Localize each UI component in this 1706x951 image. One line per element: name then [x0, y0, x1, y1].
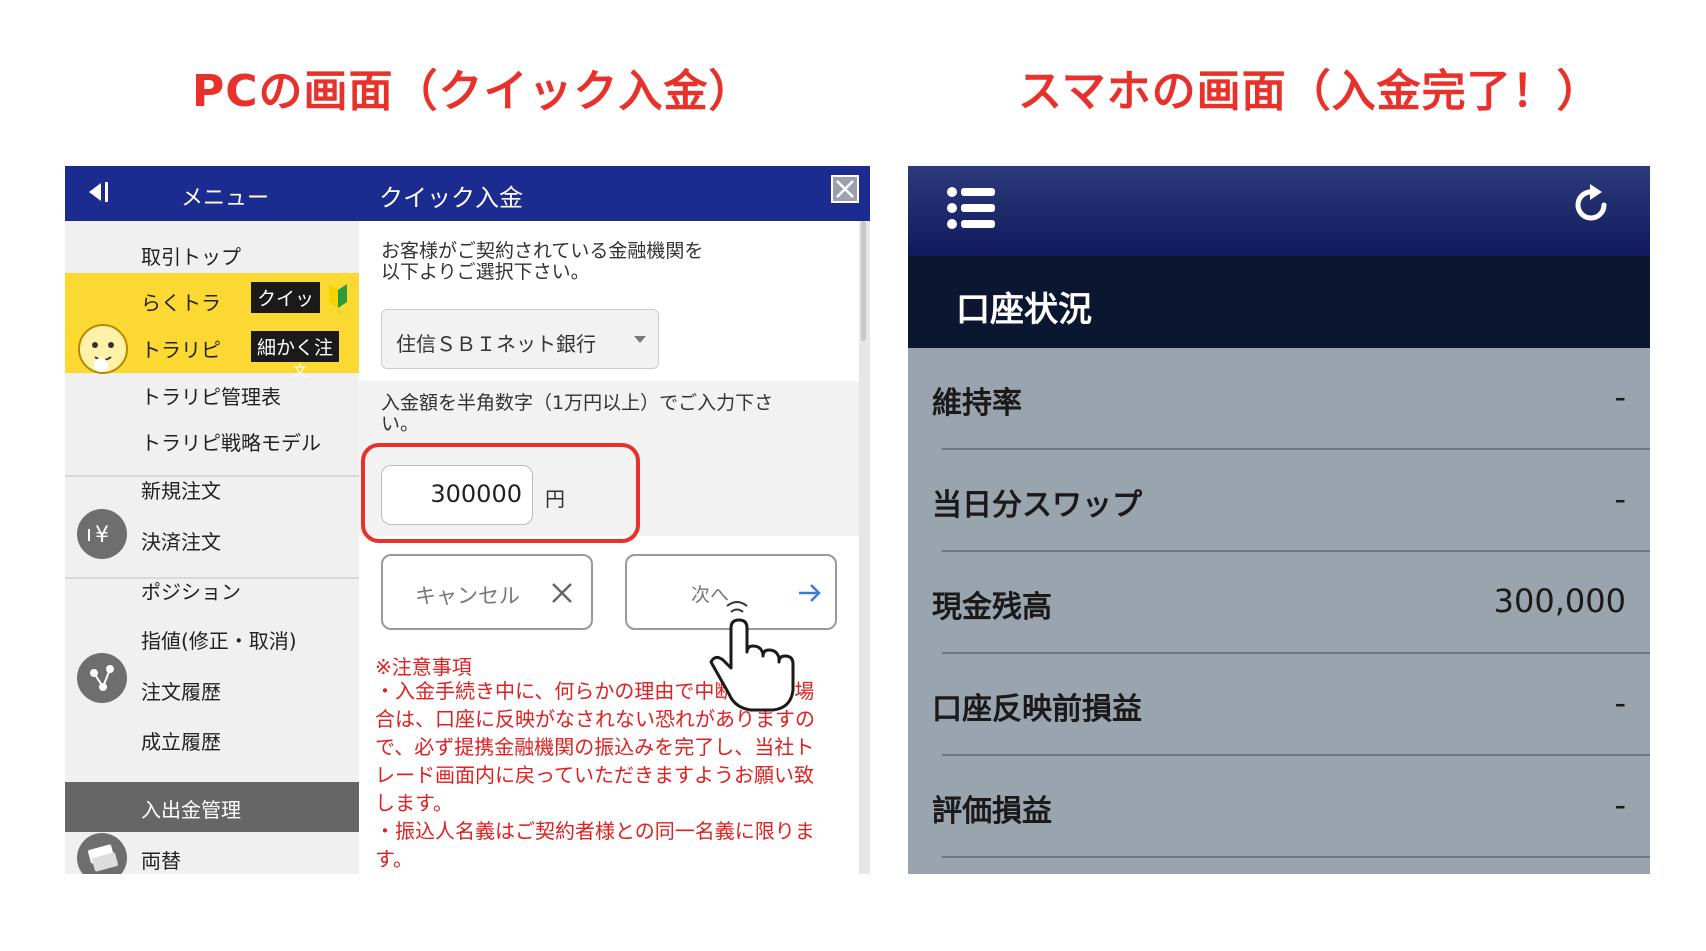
bank-instruction-line: お客様がご契約されている金融機関を [381, 240, 704, 262]
tiger-mascot-icon [78, 324, 128, 374]
account-row-swap: 当日分スワップ - [908, 450, 1650, 552]
detail-order-badge-tail: 文 [293, 364, 307, 380]
account-row-pending-pl: 口座反映前損益 - [908, 654, 1650, 756]
sidebar-item-limit-order[interactable]: 指値(修正・取消) [141, 625, 297, 654]
beginner-mark-icon [329, 284, 347, 308]
sidebar-item-trade-top[interactable]: 取引トップ [141, 241, 241, 270]
list-menu-icon[interactable] [946, 184, 998, 232]
row-value: 300,000 [1493, 582, 1626, 620]
close-x-icon [552, 583, 572, 603]
menu-title: メニュー [181, 186, 270, 211]
cancel-button[interactable]: キャンセル [381, 554, 593, 630]
detail-order-badge[interactable]: 細かく注 [251, 331, 340, 362]
notice-line: ・振込人名義はご契約者様との同一名義に限りま [375, 819, 815, 843]
sp-title-bar: 口座状況 [908, 256, 1650, 348]
pc-screen-heading: PCの画面（クイック入金） [192, 66, 754, 117]
quick-badge[interactable]: クイッ [251, 282, 321, 313]
svg-text:¥: ¥ [95, 523, 109, 548]
sidebar-item-execution-history[interactable]: 成立履歴 [141, 726, 221, 755]
sp-header-bar [908, 166, 1650, 256]
dropdown-caret-icon [634, 336, 646, 343]
position-network-icon [77, 653, 127, 703]
account-status-title: 口座状況 [956, 290, 1092, 330]
notice-title: ※注意事項 [375, 655, 472, 679]
cancel-button-label: キャンセル [415, 584, 520, 608]
refresh-icon[interactable] [1568, 182, 1614, 228]
notice-line: す。 [375, 847, 413, 871]
close-button[interactable] [831, 175, 859, 203]
sidebar-item-new-order[interactable]: 新規注文 [141, 475, 221, 504]
notice-line: レード画面内に戻っていただきますようお願い致 [375, 763, 814, 787]
amount-instruction-line: 入金額を半角数字（1万円以上）でご入力下さ [381, 392, 774, 414]
sp-account-status-panel: 口座状況 維持率 - 当日分スワップ - 現金残高 300,000 口座反映前損… [908, 166, 1650, 874]
yen-order-icon: ¥ [77, 509, 127, 559]
row-label: 評価損益 [932, 794, 1052, 829]
sidebar-item-order-history[interactable]: 注文履歴 [141, 676, 221, 705]
account-row-unrealized-pl: 評価損益 - [908, 756, 1650, 858]
money-exchange-icon [77, 833, 127, 874]
row-label: 当日分スワップ [932, 488, 1142, 523]
bank-instruction-line: 以下よりご選択下さい。 [381, 261, 590, 283]
row-divider [942, 856, 1650, 858]
row-label: 維持率 [932, 386, 1022, 421]
bank-selected-value: 住信ＳＢＩネット銀行 [396, 332, 596, 356]
bank-select[interactable]: 住信ＳＢＩネット銀行 [381, 309, 659, 369]
sidebar-item-rakutora[interactable]: らくトラ [141, 287, 221, 316]
pointing-hand-cursor-icon [709, 601, 795, 712]
quick-deposit-title: クイック入金 [379, 184, 523, 212]
sidebar-item-trarip-table[interactable]: トラリピ管理表 [141, 381, 281, 410]
sidebar-item-position[interactable]: ポジション [141, 576, 241, 605]
sidebar-item-settle-order[interactable]: 決済注文 [141, 526, 221, 555]
scrollbar-thumb[interactable] [861, 221, 866, 341]
row-label: 口座反映前損益 [932, 692, 1142, 727]
screenshot-root: PCの画面（クイック入金） スマホの画面（入金完了！） メニュー クイック入金 [0, 0, 1706, 951]
pc-header-bar: メニュー クイック入金 [65, 166, 870, 221]
quick-deposit-form: お客様がご契約されている金融機関を 以下よりご選択下さい。 住信ＳＢＩネット銀行… [359, 221, 859, 874]
account-row-cash-balance: 現金残高 300,000 [908, 552, 1650, 654]
amount-instruction: 入金額を半角数字（1万円以上）でご入力下さ い。 [381, 393, 851, 435]
sidebar-item-trarip[interactable]: トラリピ [141, 334, 221, 363]
notice-line: します。 [375, 791, 453, 815]
collapse-menu-icon[interactable] [85, 180, 113, 204]
row-value: - [1614, 684, 1626, 722]
pc-quick-deposit-panel: メニュー クイック入金 取引トップ らくトラ トラリピ トラリピ管理表 トラリピ… [65, 166, 870, 874]
row-value: - [1614, 786, 1626, 824]
amount-instruction-line: い。 [381, 413, 420, 435]
sp-screen-heading: スマホの画面（入金完了！） [1018, 66, 1602, 117]
sidebar-item-exchange[interactable]: 両替 [141, 845, 181, 874]
row-value: - [1614, 480, 1626, 518]
bank-instruction: お客様がご契約されている金融機関を 以下よりご選択下さい。 [381, 241, 851, 283]
close-icon [836, 180, 854, 198]
account-row-maintenance-rate: 維持率 - [908, 348, 1650, 450]
notice-line: で、必ず提携金融機関の振込みを完了し、当社ト [375, 735, 815, 759]
content-scrollbar[interactable] [859, 221, 870, 874]
row-value: - [1614, 378, 1626, 416]
row-label: 現金残高 [932, 590, 1052, 625]
sidebar-item-trarip-strategy[interactable]: トラリピ戦略モデル [141, 427, 321, 456]
sidebar-item-deposit-management[interactable]: 入出金管理 [141, 794, 241, 823]
amount-highlight-frame [361, 443, 640, 543]
sidebar-menu: 取引トップ らくトラ トラリピ トラリピ管理表 トラリピ戦略モデル 新規注文 決… [65, 221, 359, 874]
